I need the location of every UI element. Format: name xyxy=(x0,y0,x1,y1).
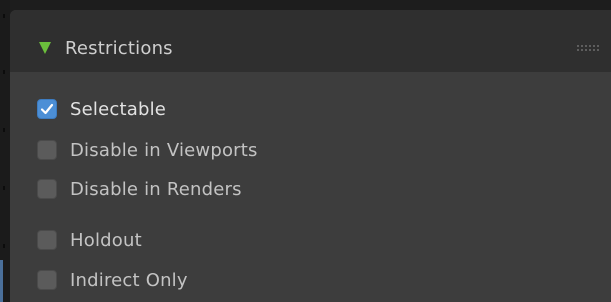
edge-tick xyxy=(3,186,5,190)
checkbox-label: Holdout xyxy=(70,229,142,251)
edge-tick xyxy=(3,244,5,248)
checkbox-box[interactable] xyxy=(37,270,57,290)
edge-tick xyxy=(3,14,5,18)
checkbox-disable-in-renders[interactable]: Disable in Renders xyxy=(37,176,242,202)
checkbox-label: Disable in Renders xyxy=(70,178,242,200)
checkbox-label: Disable in Viewports xyxy=(70,139,258,161)
checkbox-label: Selectable xyxy=(70,98,167,120)
edge-tick xyxy=(3,70,5,74)
checkbox-box[interactable] xyxy=(37,99,57,119)
checkbox-box[interactable] xyxy=(37,230,57,250)
panel-title: Restrictions xyxy=(65,37,173,59)
checkbox-disable-in-viewports[interactable]: Disable in Viewports xyxy=(37,137,258,163)
edge-tick xyxy=(3,128,5,132)
checkbox-box[interactable] xyxy=(37,179,57,199)
checkbox-label: Indirect Only xyxy=(70,269,188,291)
left-editor-edge xyxy=(0,0,10,302)
panel-title-row[interactable]: Restrictions xyxy=(28,34,173,62)
selection-edge xyxy=(0,260,3,302)
drag-handle-icon[interactable] xyxy=(576,44,600,52)
checkbox-box[interactable] xyxy=(37,140,57,160)
checkbox-indirect-only[interactable]: Indirect Only xyxy=(37,267,188,293)
checkbox-selectable[interactable]: Selectable xyxy=(37,96,166,122)
triangle-down-icon[interactable] xyxy=(39,42,51,54)
checkbox-holdout[interactable]: Holdout xyxy=(37,227,142,253)
checkmark-icon xyxy=(40,103,54,115)
